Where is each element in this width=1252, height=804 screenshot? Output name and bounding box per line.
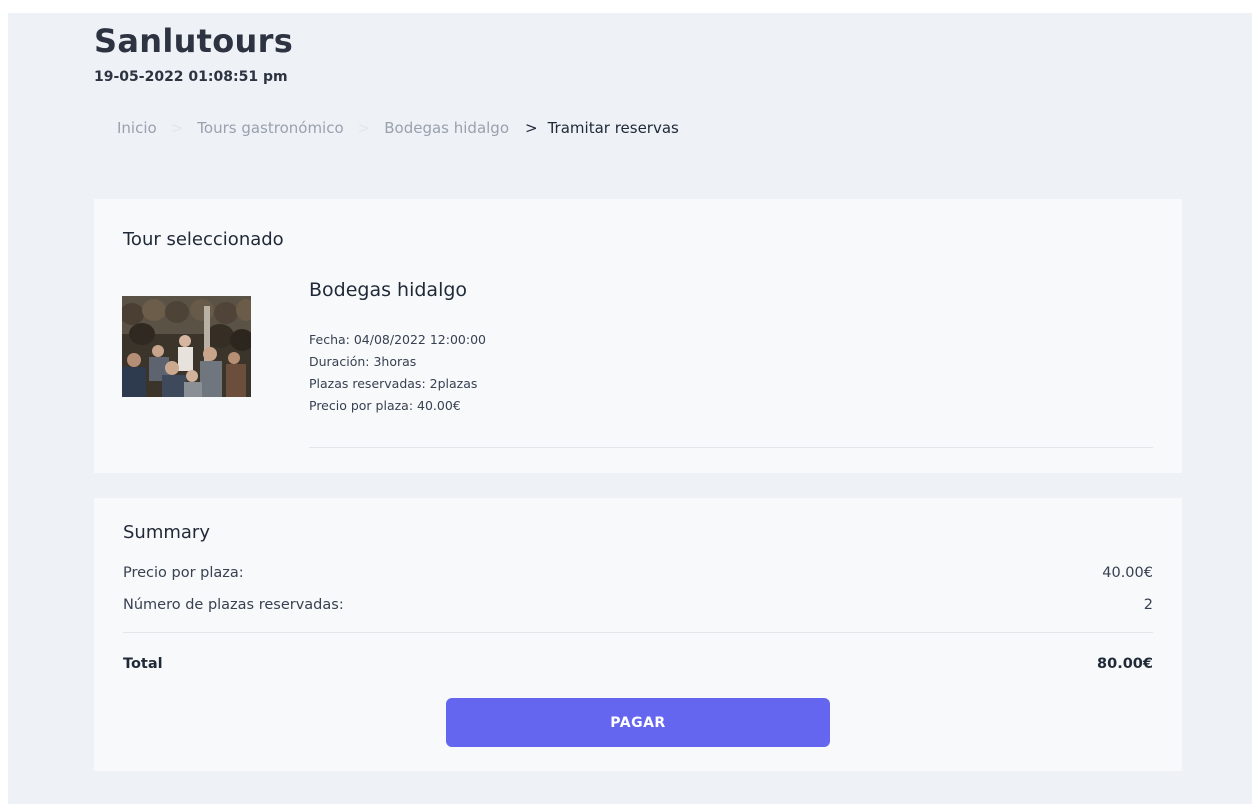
reserved-seats-label: Número de plazas reservadas: bbox=[123, 597, 344, 613]
total-label: Total bbox=[123, 656, 163, 672]
selected-tour-card: Tour seleccionado Bodegas hidalgo Fecha:… bbox=[94, 199, 1182, 473]
breadcrumb-separator: > bbox=[357, 119, 371, 137]
tour-name: Bodegas hidalgo bbox=[309, 279, 468, 301]
tour-duration: Duración: 3horas bbox=[309, 354, 417, 369]
breadcrumb: Inicio > Tours gastronómico > Bodegas hi… bbox=[117, 119, 679, 137]
winery-photo-icon bbox=[122, 296, 251, 397]
summary-card: Summary Precio por plaza: 40.00€ Número … bbox=[94, 498, 1182, 771]
reserved-seats-value: 2 bbox=[1143, 597, 1153, 613]
breadcrumb-item-tours-gastronomico[interactable]: Tours gastronómico bbox=[197, 119, 343, 137]
summary-heading: Summary bbox=[123, 522, 210, 543]
price-per-seat-label: Precio por plaza: bbox=[123, 565, 244, 581]
pay-button[interactable]: PAGAR bbox=[446, 698, 830, 747]
tour-reserved-seats: Plazas reservadas: 2plazas bbox=[309, 376, 478, 391]
current-datetime: 19-05-2022 01:08:51 pm bbox=[94, 69, 288, 85]
breadcrumb-separator: > bbox=[170, 119, 184, 137]
price-per-seat-value: 40.00€ bbox=[1102, 565, 1153, 581]
tour-date: Fecha: 04/08/2022 12:00:00 bbox=[309, 332, 486, 347]
divider bbox=[309, 447, 1153, 448]
total-value: 80.00€ bbox=[1097, 656, 1153, 672]
selected-tour-heading: Tour seleccionado bbox=[123, 229, 284, 250]
breadcrumb-separator: > bbox=[525, 119, 538, 137]
app-title: Sanlutours bbox=[94, 22, 294, 60]
breadcrumb-item-inicio[interactable]: Inicio bbox=[117, 119, 157, 137]
breadcrumb-current: Tramitar reservas bbox=[547, 119, 679, 137]
tour-price-per-seat: Precio por plaza: 40.00€ bbox=[309, 398, 461, 413]
divider bbox=[123, 632, 1153, 633]
tour-image bbox=[122, 296, 251, 397]
breadcrumb-item-bodegas-hidalgo[interactable]: Bodegas hidalgo bbox=[384, 119, 509, 137]
